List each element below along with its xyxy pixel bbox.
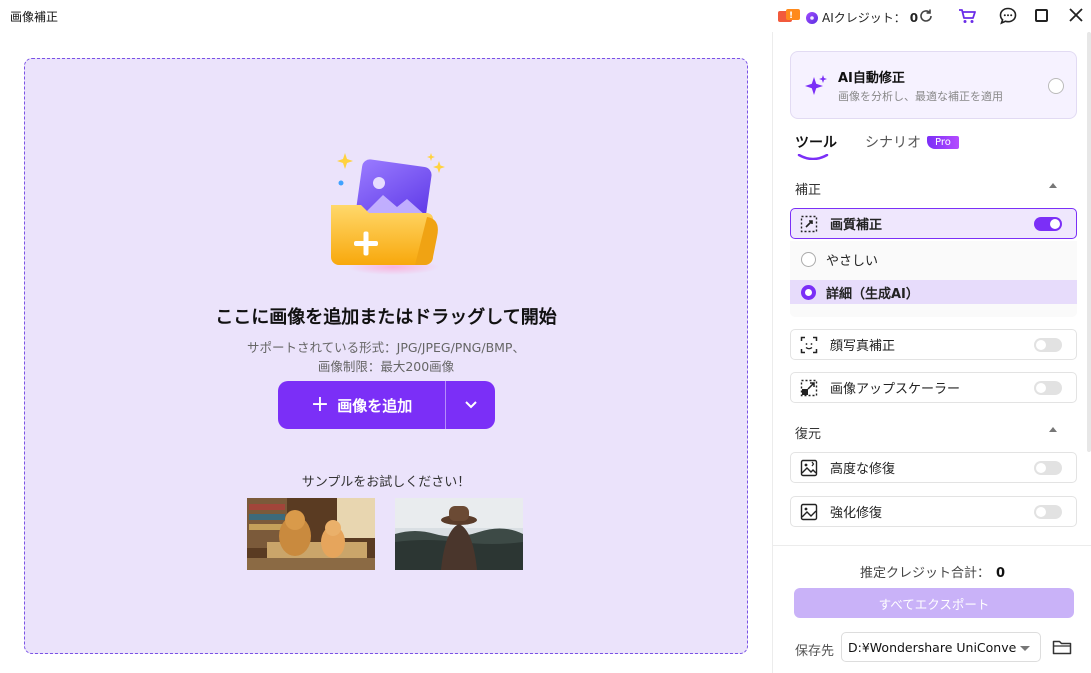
tab-scenario[interactable]: シナリオ Pro: [865, 132, 959, 152]
sparkle-icon: [805, 75, 827, 95]
advanced-restore-icon: [800, 459, 818, 476]
quality-enhance-icon: [800, 215, 818, 232]
save-location-label: 保存先: [795, 644, 835, 659]
upscale-icon: [800, 379, 818, 396]
tool-quality-enhance[interactable]: 画質補正: [790, 208, 1077, 239]
ai-auto-correct-card[interactable]: AI自動修正 画像を分析し、最適な補正を適用: [790, 51, 1077, 119]
option-detailed-label: 詳細（生成AI）: [826, 286, 919, 302]
tool-advanced-restore-label: 高度な修復: [830, 462, 896, 477]
option-detailed-generative-ai[interactable]: 詳細（生成AI）: [790, 280, 1077, 304]
add-image-button-group: + 画像を追加: [278, 381, 495, 429]
tool-face-enhance-label: 顔写真補正: [830, 339, 896, 354]
tool-enhanced-restore[interactable]: 強化修復: [790, 496, 1077, 527]
tool-enhanced-restore-label: 強化修復: [830, 506, 883, 521]
chevron-down-icon: [464, 401, 477, 409]
quality-options: やさしい 詳細（生成AI）: [790, 241, 1077, 317]
export-all-button[interactable]: すべてエクスポート: [794, 588, 1074, 618]
pro-badge: Pro: [927, 135, 959, 149]
add-image-dropdown-button[interactable]: [446, 381, 495, 429]
section-correction-title: 補正: [795, 183, 822, 198]
quality-enhance-toggle[interactable]: [1034, 217, 1062, 231]
cart-icon[interactable]: [958, 8, 976, 24]
tab-tools[interactable]: ツール: [795, 132, 837, 160]
ai-auto-correct-radio[interactable]: [1048, 78, 1064, 94]
sample-image-person-in-hat[interactable]: [395, 498, 523, 570]
close-icon[interactable]: [1068, 7, 1084, 23]
image-upscaler-toggle[interactable]: [1034, 381, 1062, 395]
ai-auto-correct-description: 画像を分析し、最適な補正を適用: [838, 90, 1003, 103]
option-detailed-radio[interactable]: [801, 284, 816, 300]
panel-scrollbar[interactable]: [1087, 32, 1091, 452]
face-enhance-toggle[interactable]: [1034, 338, 1062, 352]
app-title: 画像補正: [10, 10, 59, 24]
save-location-value: D:¥Wondershare UniConve: [848, 639, 1017, 655]
tool-quality-enhance-label: 画質補正: [830, 218, 883, 233]
title-bar: 画像補正 ! AIクレジット： 0: [0, 0, 1091, 32]
section-restore-title: 復元: [795, 427, 822, 442]
option-gentle-label: やさしい: [826, 253, 879, 269]
maximize-icon[interactable]: [1035, 9, 1048, 22]
estimated-credit-label: 推定クレジット合計：: [859, 566, 990, 581]
sample-image-dog-and-cat[interactable]: [247, 498, 375, 570]
enhanced-restore-icon: [800, 503, 818, 520]
tool-image-upscaler-label: 画像アップスケーラー: [830, 382, 961, 397]
option-gentle[interactable]: やさしい: [790, 247, 1077, 271]
chat-icon[interactable]: [999, 7, 1017, 25]
notification-badge-icon[interactable]: !: [777, 8, 801, 24]
tool-advanced-restore[interactable]: 高度な修復: [790, 452, 1077, 483]
add-image-button[interactable]: + 画像を追加: [278, 381, 446, 429]
save-location-select[interactable]: D:¥Wondershare UniConve: [841, 632, 1041, 662]
panel-divider: [773, 545, 1091, 546]
tab-scenario-label: シナリオ: [865, 135, 921, 151]
settings-panel: AI自動修正 画像を分析し、最適な補正を適用 ツール シナリオ Pro 補正 画…: [772, 32, 1091, 673]
enhanced-restore-toggle[interactable]: [1034, 505, 1062, 519]
plus-icon: +: [310, 392, 330, 417]
sample-prompt-text: サンプルをお試しください！: [301, 475, 471, 490]
tool-face-enhance[interactable]: 顔写真補正: [790, 329, 1077, 360]
option-gentle-radio[interactable]: [801, 251, 816, 267]
active-tab-indicator: [797, 154, 829, 160]
open-folder-icon[interactable]: [1052, 638, 1072, 656]
tool-image-upscaler[interactable]: 画像アップスケーラー: [790, 372, 1077, 403]
image-drop-zone[interactable]: ここに画像を追加またはドラッグして開始 サポートされている形式：JPG/JPEG…: [24, 58, 748, 654]
ai-credit-indicator: AIクレジット： 0: [806, 9, 918, 26]
svg-text:!: !: [789, 11, 793, 21]
credit-label: AIクレジット：: [822, 11, 906, 25]
add-image-button-label: 画像を追加: [337, 396, 413, 415]
panel-tabs: ツール シナリオ Pro: [795, 132, 987, 162]
advanced-restore-toggle[interactable]: [1034, 461, 1062, 475]
credit-icon: [806, 11, 818, 24]
drop-zone-title: ここに画像を追加またはドラッグして開始: [215, 307, 557, 328]
collapse-restore-icon[interactable]: [1049, 427, 1057, 432]
credit-value: 0: [909, 10, 919, 25]
chevron-down-icon: [1020, 646, 1030, 651]
add-image-folder-illustration: [331, 153, 445, 275]
collapse-correction-icon[interactable]: [1049, 183, 1057, 188]
tab-tools-label: ツール: [795, 135, 837, 151]
image-limit-text: 画像制限：最大200画像: [317, 359, 455, 374]
estimated-credit-value: 0: [995, 566, 1006, 581]
estimated-credit-total: 推定クレジット合計： 0: [773, 562, 1091, 581]
ai-auto-correct-title: AI自動修正: [838, 71, 905, 86]
face-scan-icon: [800, 336, 818, 353]
supported-formats-text: サポートされている形式：JPG/JPEG/PNG/BMP、: [247, 340, 525, 355]
refresh-icon[interactable]: [918, 8, 934, 24]
